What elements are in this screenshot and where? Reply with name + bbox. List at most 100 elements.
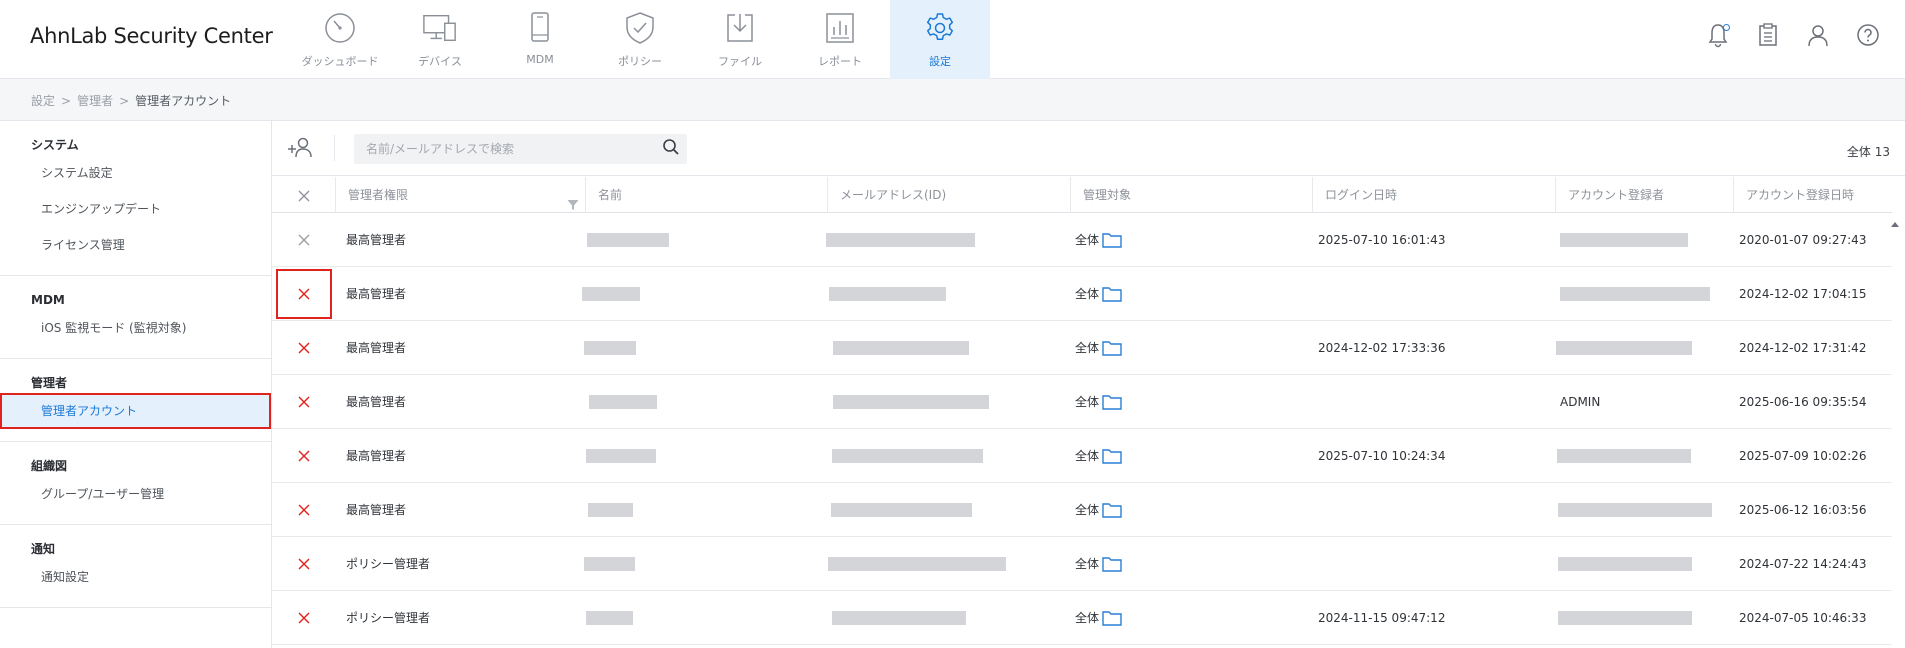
login-cell: 2024-11-15 09:47:12 bbox=[1318, 611, 1446, 625]
sidebar-item-license[interactable]: ライセンス管理 bbox=[0, 227, 271, 263]
table-row[interactable]: 最高管理者 全体 2025-06-12 16:03:56 bbox=[272, 483, 1892, 537]
breadcrumb-item[interactable]: 管理者 bbox=[77, 94, 113, 108]
delete-button[interactable] bbox=[293, 607, 315, 629]
delete-cell bbox=[272, 321, 336, 375]
account-button[interactable] bbox=[1803, 22, 1833, 52]
sidebar-item-engine-update[interactable]: エンジンアップデート bbox=[0, 191, 271, 227]
header-registered[interactable]: アカウント登録日時 bbox=[1734, 177, 1892, 213]
nav-file[interactable]: ファイル bbox=[690, 0, 790, 79]
table-row[interactable]: 最高管理者 全体 2024-12-02 17:33:36 2024-12-02 … bbox=[272, 321, 1892, 375]
sidebar-item-admin-account[interactable]: 管理者アカウント bbox=[0, 393, 271, 429]
nav-mdm[interactable]: MDM bbox=[490, 0, 590, 79]
sidebar-item-notify-settings[interactable]: 通知設定 bbox=[0, 559, 271, 595]
nav-policy[interactable]: ポリシー bbox=[590, 0, 690, 79]
delete-button[interactable] bbox=[276, 269, 332, 319]
sidebar-item-ios-supervision[interactable]: iOS 監視モード (監視対象) bbox=[0, 310, 271, 346]
registered-cell: 2024-12-02 17:04:15 bbox=[1739, 287, 1867, 301]
main-nav: ダッシュボード デバイス MDM ポリシー ファイル レポート 設定 bbox=[290, 0, 990, 79]
sidebar-item-group-user[interactable]: グループ/ユーザー管理 bbox=[0, 476, 271, 512]
redacted-registrar bbox=[1558, 611, 1692, 625]
user-icon bbox=[1806, 23, 1830, 51]
redacted-email bbox=[833, 341, 969, 355]
breadcrumb-item[interactable]: 設定 bbox=[31, 94, 55, 108]
notification-button[interactable] bbox=[1703, 22, 1733, 52]
table-header: 管理者権限 名前 メールアドレス(ID) 管理対象 ログイン日時 アカウント登録… bbox=[272, 177, 1892, 213]
search-icon bbox=[662, 138, 680, 160]
task-button[interactable] bbox=[1753, 22, 1783, 52]
nav-dashboard[interactable]: ダッシュボード bbox=[290, 0, 390, 79]
search-input[interactable] bbox=[354, 134, 654, 164]
header-email[interactable]: メールアドレス(ID) bbox=[828, 177, 1071, 213]
header-name[interactable]: 名前 bbox=[586, 177, 828, 213]
target-cell[interactable]: 全体 bbox=[1075, 591, 1122, 645]
table-row[interactable]: ポリシー管理者 全体 2024-11-15 09:47:12 2024-07-0… bbox=[272, 591, 1892, 645]
breadcrumb-separator: > bbox=[61, 94, 72, 108]
sidebar-group-title: 管理者 bbox=[31, 376, 68, 390]
delete-button[interactable] bbox=[293, 229, 315, 251]
notification-badge bbox=[1723, 24, 1730, 31]
nav-device[interactable]: デバイス bbox=[390, 0, 490, 79]
delete-button[interactable] bbox=[293, 445, 315, 467]
header-role[interactable]: 管理者権限 bbox=[336, 177, 586, 213]
device-icon bbox=[422, 10, 458, 46]
registered-cell: 2020-01-07 09:27:43 bbox=[1739, 233, 1867, 247]
close-icon bbox=[298, 450, 310, 462]
target-cell[interactable]: 全体 bbox=[1075, 429, 1122, 483]
delete-cell bbox=[272, 213, 336, 267]
main-content: 全体 13 管理者権限 名前 メールアドレス(ID) 管理対象 ログイン日時 ア… bbox=[272, 121, 1905, 648]
total-count: 全体 13 bbox=[1846, 145, 1890, 159]
header-target[interactable]: 管理対象 bbox=[1071, 177, 1313, 213]
clipboard-icon bbox=[1758, 23, 1778, 51]
app-title[interactable]: AhnLab Security Center bbox=[30, 24, 273, 48]
redacted-registrar bbox=[1558, 557, 1692, 571]
delete-cell bbox=[272, 429, 336, 483]
redacted-registrar bbox=[1556, 341, 1692, 355]
table-row[interactable]: 最高管理者 全体 2024-12-02 17:04:15 bbox=[272, 267, 1892, 321]
role-cell: ポリシー管理者 bbox=[346, 611, 431, 625]
header-login[interactable]: ログイン日時 bbox=[1313, 177, 1556, 213]
target-cell[interactable]: 全体 bbox=[1075, 321, 1122, 375]
redacted-email bbox=[832, 449, 983, 463]
redacted-name bbox=[586, 449, 656, 463]
delete-button[interactable] bbox=[293, 499, 315, 521]
target-cell[interactable]: 全体 bbox=[1075, 267, 1122, 321]
target-cell[interactable]: 全体 bbox=[1075, 213, 1122, 267]
sidebar-group-admin: 管理者 管理者アカウント bbox=[0, 359, 271, 442]
search-button[interactable] bbox=[661, 139, 681, 159]
header-delete[interactable] bbox=[272, 177, 336, 213]
delete-cell bbox=[272, 483, 336, 537]
header-registrar[interactable]: アカウント登録者 bbox=[1556, 177, 1734, 213]
sidebar-group-title: 組織図 bbox=[31, 459, 68, 473]
add-admin-button[interactable] bbox=[286, 136, 314, 162]
delete-button[interactable] bbox=[293, 391, 315, 413]
target-cell[interactable]: 全体 bbox=[1075, 483, 1122, 537]
table-row[interactable]: ポリシー管理者 全体 2024-07-22 14:24:43 bbox=[272, 537, 1892, 591]
redacted-email bbox=[829, 287, 946, 301]
help-button[interactable] bbox=[1853, 22, 1883, 52]
target-cell[interactable]: 全体 bbox=[1075, 375, 1122, 429]
close-icon bbox=[298, 396, 310, 408]
sidebar-item-system-settings[interactable]: システム設定 bbox=[0, 155, 271, 191]
nav-report[interactable]: レポート bbox=[790, 0, 890, 79]
target-label: 全体 bbox=[1075, 503, 1100, 517]
delete-button[interactable] bbox=[293, 553, 315, 575]
role-cell: 最高管理者 bbox=[346, 233, 407, 247]
table-row[interactable]: 最高管理者 全体 2025-07-10 16:01:43 2020-01-07 … bbox=[272, 213, 1892, 267]
target-cell[interactable]: 全体 bbox=[1075, 537, 1122, 591]
breadcrumb-current: 管理者アカウント bbox=[135, 94, 232, 108]
delete-button[interactable] bbox=[293, 337, 315, 359]
redacted-name bbox=[584, 341, 636, 355]
breadcrumb-bar: 設定 > 管理者 > 管理者アカウント bbox=[0, 79, 1905, 121]
top-bar: AhnLab Security Center ダッシュボード デバイス MDM … bbox=[0, 0, 1905, 79]
nav-settings[interactable]: 設定 bbox=[890, 0, 990, 79]
shield-icon bbox=[622, 10, 658, 46]
scroll-up-button[interactable] bbox=[1889, 218, 1901, 230]
folder-icon bbox=[1102, 395, 1122, 410]
delete-cell bbox=[272, 537, 336, 591]
redacted-email bbox=[828, 557, 1006, 571]
table-row[interactable]: 最高管理者 全体 2025-07-10 10:24:34 2025-07-09 … bbox=[272, 429, 1892, 483]
top-actions bbox=[1703, 22, 1883, 52]
dashboard-icon bbox=[322, 10, 358, 46]
table-body: 最高管理者 全体 2025-07-10 16:01:43 2020-01-07 … bbox=[272, 213, 1892, 645]
table-row[interactable]: 最高管理者 全体 ADMIN 2025-06-16 09:35:54 bbox=[272, 375, 1892, 429]
